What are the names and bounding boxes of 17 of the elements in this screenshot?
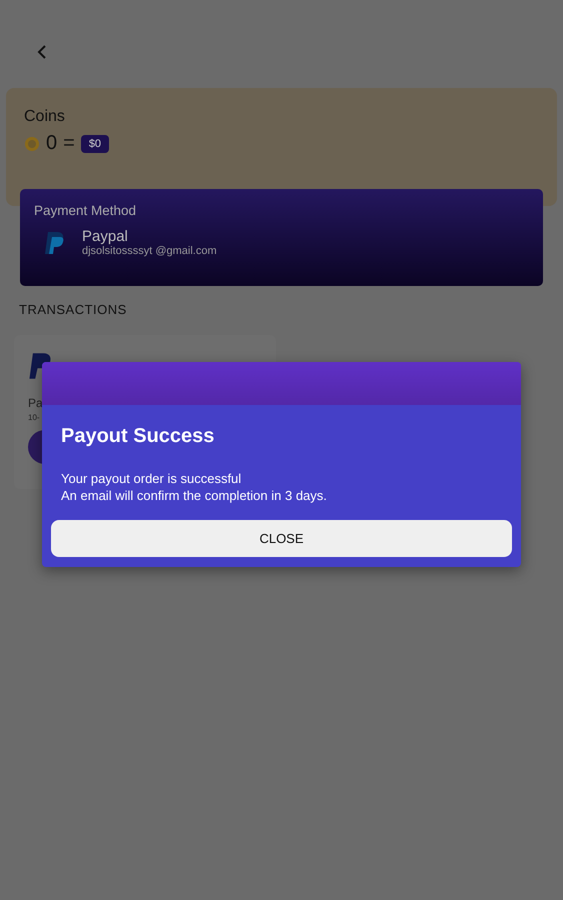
coin-amount: 0 xyxy=(46,132,58,155)
back-icon xyxy=(36,44,48,60)
equals-sign: = xyxy=(63,132,75,155)
payment-name: Paypal xyxy=(82,228,129,245)
transaction-date: 10- xyxy=(28,413,41,422)
value-badge: $0 xyxy=(80,134,110,152)
payment-method-card[interactable]: Payment Method Paypal djsolsitossssyt @gmail.com xyxy=(20,189,543,286)
dialog-message: An email will confirm the completion in 3 days. xyxy=(61,487,328,504)
coin-icon xyxy=(24,136,40,152)
dialog-title: Payout Success xyxy=(61,425,216,448)
payment-method-title: Payment Method xyxy=(34,203,138,218)
payment-email: djsolsitossssyt @gmail.com xyxy=(82,245,217,257)
dialog-message: Your payout order is successful xyxy=(61,470,242,487)
transaction-name: Pa xyxy=(28,396,44,410)
close-button[interactable]: CLOSE xyxy=(51,520,512,557)
transactions-title: TRANSACTIONS xyxy=(19,302,128,317)
coins-title: Coins xyxy=(24,108,66,126)
